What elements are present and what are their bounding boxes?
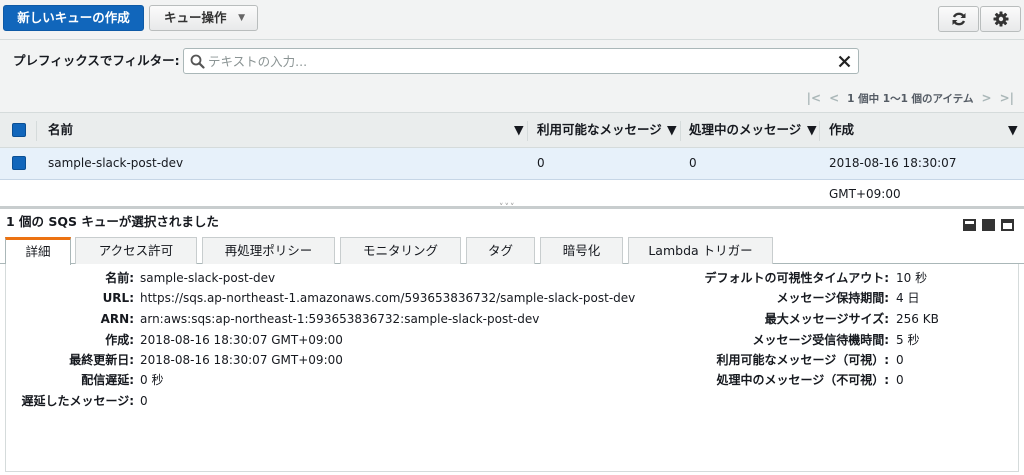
column-divider	[680, 121, 681, 141]
sort-icon[interactable]: ▼	[667, 113, 677, 147]
select-all-checkbox[interactable]	[12, 123, 26, 137]
chevron-down-icon: ▼	[238, 13, 245, 23]
detail-row: 利用可能なメッセージ（可視）:	[506, 350, 889, 370]
refresh-icon	[952, 12, 965, 26]
detail-tabs: 詳細 アクセス許可 再処理ポリシー モニタリング タグ 暗号化 Lambda ト…	[0, 236, 1024, 265]
detail-value: 0	[140, 394, 148, 408]
detail-key: 最大メッセージサイズ:	[764, 312, 889, 326]
prev-page-icon[interactable]: <	[829, 91, 839, 105]
row-checkbox[interactable]	[12, 156, 26, 170]
detail-key: 作成:	[105, 333, 134, 347]
detail-value: sample-slack-post-dev	[140, 271, 276, 285]
detail-key: メッセージ保持期間:	[776, 291, 889, 305]
pagination-text: 1 個中 1～1 個のアイテム	[847, 92, 974, 105]
table-row[interactable]: sample-slack-post-dev 0 0 2018-08-16 18:…	[0, 148, 1024, 201]
next-page-icon[interactable]: >	[982, 91, 992, 105]
tab-lambda-triggers[interactable]: Lambda トリガー	[628, 237, 773, 264]
sort-icon[interactable]: ▼	[514, 113, 524, 147]
tab-permissions[interactable]: アクセス許可	[75, 237, 197, 264]
layout-switcher	[963, 219, 1014, 231]
queue-name-cell[interactable]: sample-slack-post-dev	[48, 148, 183, 179]
detail-value: 0	[896, 353, 904, 367]
detail-key: メッセージ受信待機時間:	[752, 333, 889, 347]
detail-key: 利用可能なメッセージ（可視）:	[716, 353, 889, 367]
column-divider	[527, 121, 528, 141]
refresh-button[interactable]	[938, 6, 979, 32]
available-messages-cell: 0	[537, 156, 545, 170]
column-header-created[interactable]: 作成	[829, 113, 854, 147]
detail-row: 作成:	[6, 330, 134, 350]
detail-key: 名前:	[105, 271, 134, 285]
sort-icon[interactable]: ▼	[807, 113, 817, 147]
tab-monitoring[interactable]: モニタリング	[340, 237, 461, 264]
detail-key: URL:	[102, 291, 134, 305]
gear-icon	[993, 11, 1008, 27]
detail-key: デフォルトの可視性タイムアウト:	[704, 271, 889, 285]
tab-encryption[interactable]: 暗号化	[540, 237, 623, 264]
detail-key: 処理中のメッセージ（不可視）:	[716, 373, 889, 387]
created-cell: 2018-08-16 18:30:07 GMT+09:00	[829, 156, 957, 201]
column-divider	[36, 121, 37, 141]
tab-details[interactable]: 詳細	[5, 237, 71, 265]
detail-value: 10 秒	[896, 271, 928, 285]
detail-row: 名前:	[6, 268, 134, 288]
sort-icon[interactable]: ▼	[1008, 113, 1018, 147]
detail-row: ARN:	[6, 309, 134, 329]
detail-row: URL:	[6, 288, 134, 308]
filter-input[interactable]	[208, 52, 828, 70]
detail-row: メッセージ受信待機時間:	[506, 330, 889, 350]
tab-tags[interactable]: タグ	[466, 237, 535, 264]
detail-key: 遅延したメッセージ:	[21, 394, 134, 408]
filter-box	[183, 48, 859, 74]
tab-redrive-policy[interactable]: 再処理ポリシー	[202, 237, 335, 264]
column-header-name[interactable]: 名前	[48, 113, 73, 147]
detail-value: 2018-08-16 18:30:07 GMT+09:00	[140, 333, 343, 347]
column-header-available[interactable]: 利用可能なメッセージ	[537, 113, 662, 147]
column-header-in-flight[interactable]: 処理中のメッセージ	[689, 113, 801, 147]
detail-key: 最終更新日:	[69, 353, 134, 367]
detail-row: メッセージ保持期間:	[506, 288, 889, 308]
queue-actions-dropdown[interactable]: キュー操作 ▼	[149, 5, 258, 31]
in-flight-messages-cell: 0	[689, 156, 697, 170]
filter-label: プレフィックスでフィルター:	[13, 53, 180, 68]
queue-actions-label: キュー操作	[164, 10, 227, 25]
clear-icon[interactable]	[838, 55, 851, 68]
last-page-icon[interactable]: >|	[1000, 91, 1014, 105]
detail-value: 2018-08-16 18:30:07 GMT+09:00	[140, 353, 343, 367]
settings-button[interactable]	[980, 6, 1021, 32]
layout-full-icon[interactable]	[982, 219, 995, 231]
splitter-grip-icon[interactable]: ˅˅˅	[499, 203, 516, 213]
detail-value: 0 秒	[140, 373, 164, 387]
detail-value: 256 KB	[896, 312, 939, 326]
detail-value: arn:aws:sqs:ap-northeast-1:593653836732:…	[140, 312, 540, 326]
filter-area: プレフィックスでフィルター: |< < 1 個中 1～1 個のアイテム > >|	[0, 40, 1024, 112]
first-page-icon[interactable]: |<	[807, 91, 821, 105]
detail-value: 5 秒	[896, 333, 920, 347]
selection-title: 1 個の SQS キューが選択されました	[6, 214, 219, 229]
detail-row: 最大メッセージサイズ:	[506, 309, 889, 329]
detail-row: 遅延したメッセージ:	[6, 391, 134, 411]
pagination: |< < 1 個中 1～1 個のアイテム > >|	[807, 90, 1014, 106]
layout-bottom-icon[interactable]	[963, 219, 976, 231]
detail-row: 配信遅延:	[6, 370, 134, 390]
detail-value: 4 日	[896, 291, 920, 305]
create-queue-button[interactable]: 新しいキューの作成	[3, 5, 144, 31]
toolbar: 新しいキューの作成 キュー操作 ▼	[0, 0, 1024, 40]
detail-row: 最終更新日:	[6, 350, 134, 370]
column-divider	[819, 121, 820, 141]
detail-row: 処理中のメッセージ（不可視）:	[506, 370, 889, 390]
details-panel: 名前: sample-slack-post-dev URL: https://s…	[5, 264, 1019, 472]
detail-key: 配信遅延:	[81, 373, 134, 387]
detail-key: ARN:	[100, 312, 134, 326]
table-header: 名前 ▼ 利用可能なメッセージ ▼ 処理中のメッセージ ▼ 作成 ▼	[0, 112, 1024, 148]
detail-row: デフォルトの可視性タイムアウト:	[506, 268, 889, 288]
layout-top-icon[interactable]	[1001, 219, 1014, 231]
search-icon	[190, 54, 205, 69]
detail-value: 0	[896, 373, 904, 387]
